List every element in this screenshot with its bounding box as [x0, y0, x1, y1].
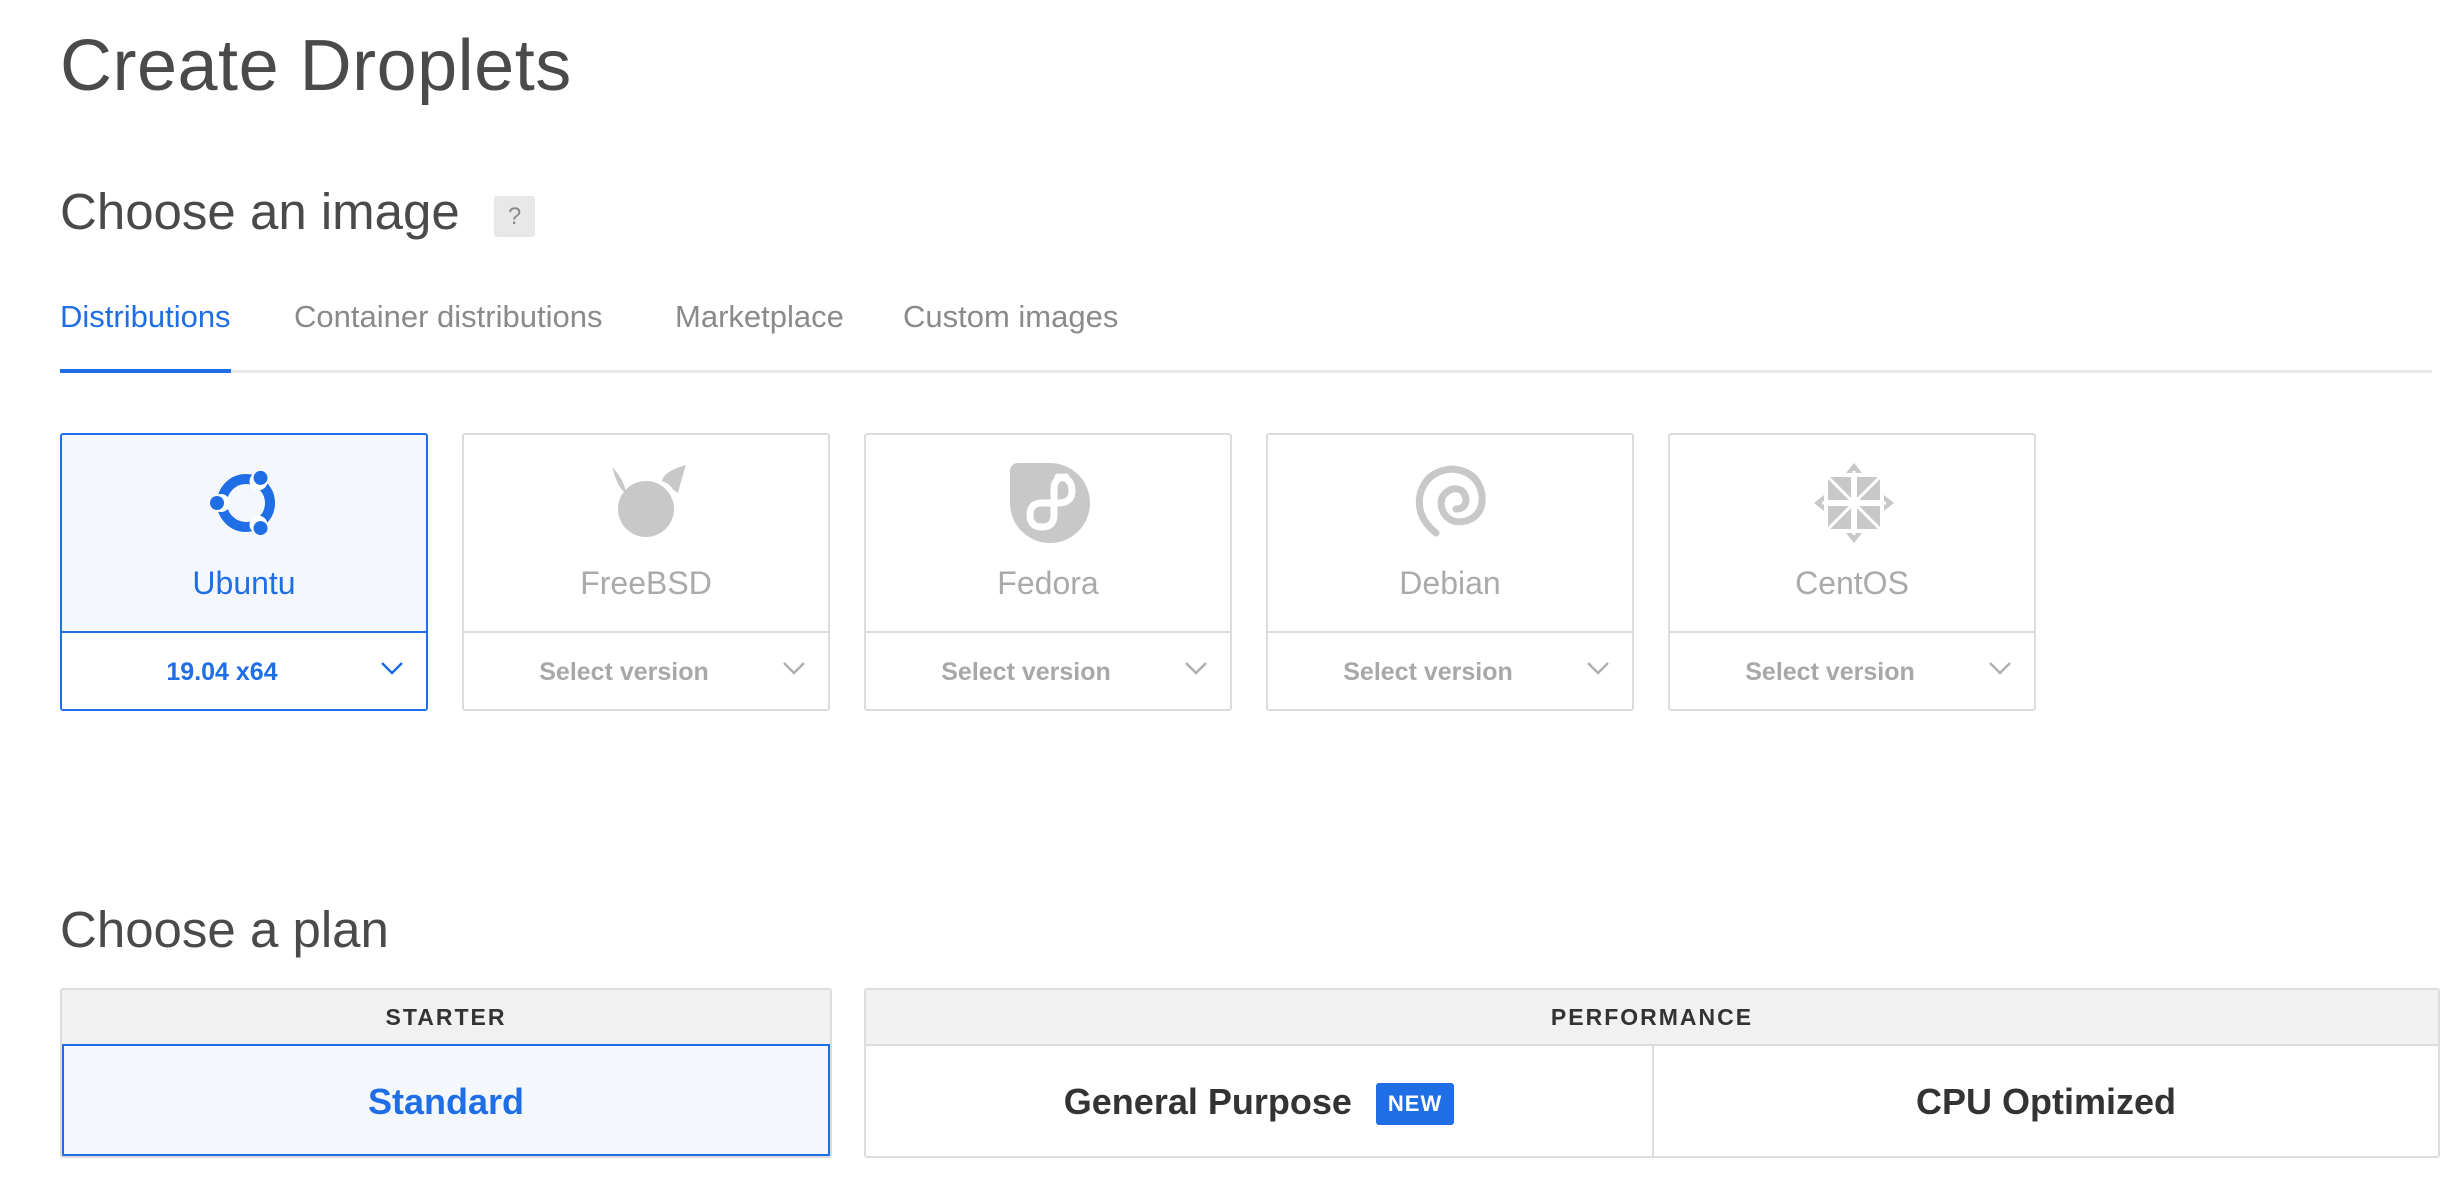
distro-card-debian[interactable]: Debian Select version — [1266, 433, 1634, 711]
distro-card-centos[interactable]: CentOS Select version — [1668, 433, 2036, 711]
distro-name-freebsd: FreeBSD — [580, 565, 712, 601]
image-tabs: Distributions Container distributions Ma… — [60, 286, 2432, 373]
freebsd-icon — [612, 465, 686, 537]
distro-card-ubuntu[interactable]: Ubuntu 19.04 x64 — [60, 433, 428, 711]
plan-option-label: CPU Optimized — [1915, 1081, 2176, 1122]
chevron-down-icon — [1185, 662, 1207, 675]
plan-group-performance: PERFORMANCE General Purpose NEW CPU Optim… — [864, 988, 2440, 1158]
fedora-icon — [1010, 463, 1090, 543]
distro-name-ubuntu: Ubuntu — [192, 565, 296, 601]
chevron-down-icon — [783, 662, 805, 675]
chevron-down-icon — [1587, 662, 1609, 675]
chevron-down-icon — [1989, 662, 2011, 675]
plan-option-general-purpose[interactable]: General Purpose NEW — [866, 1046, 1654, 1156]
version-value-ubuntu: 19.04 x64 — [166, 658, 278, 686]
plan-group-starter: STARTER Standard — [60, 988, 832, 1158]
tab-container-distributions[interactable]: Container distributions — [294, 286, 602, 370]
version-select-centos[interactable]: Select version — [1670, 631, 2034, 709]
choose-plan-heading: Choose a plan — [60, 901, 389, 958]
tab-custom-images[interactable]: Custom images — [903, 286, 1118, 370]
version-select-freebsd[interactable]: Select version — [464, 631, 828, 709]
choose-image-heading: Choose an image — [60, 183, 460, 240]
page-title: Create Droplets — [60, 26, 572, 106]
version-value-debian: Select version — [1343, 658, 1513, 686]
distro-name-fedora: Fedora — [997, 565, 1099, 601]
version-select-ubuntu[interactable]: 19.04 x64 — [62, 631, 426, 709]
chevron-down-icon — [381, 662, 403, 675]
plan-option-label: Standard — [367, 1081, 525, 1122]
version-value-fedora: Select version — [941, 658, 1111, 686]
distro-name-debian: Debian — [1399, 565, 1501, 601]
distro-card-freebsd[interactable]: FreeBSD Select version — [462, 433, 830, 711]
version-select-fedora[interactable]: Select version — [866, 631, 1230, 709]
help-icon[interactable]: ? — [494, 196, 535, 237]
plan-group-label: PERFORMANCE — [866, 990, 2438, 1046]
centos-icon — [1814, 463, 1894, 543]
version-select-debian[interactable]: Select version — [1268, 631, 1632, 709]
new-badge: NEW — [1375, 1083, 1455, 1126]
plan-option-label: General Purpose — [1063, 1081, 1352, 1122]
distro-name-centos: CentOS — [1795, 565, 1909, 601]
tab-marketplace[interactable]: Marketplace — [675, 286, 844, 370]
version-value-centos: Select version — [1745, 658, 1915, 686]
plan-group-label: STARTER — [62, 990, 830, 1046]
ubuntu-icon — [210, 470, 275, 536]
distro-card-fedora[interactable]: Fedora Select version — [864, 433, 1232, 711]
plan-option-standard[interactable]: Standard — [62, 1044, 830, 1156]
debian-icon — [1415, 465, 1486, 537]
tab-distributions[interactable]: Distributions — [60, 286, 231, 373]
version-value-freebsd: Select version — [539, 658, 709, 686]
plan-option-cpu-optimized[interactable]: CPU Optimized — [1654, 1046, 2438, 1156]
